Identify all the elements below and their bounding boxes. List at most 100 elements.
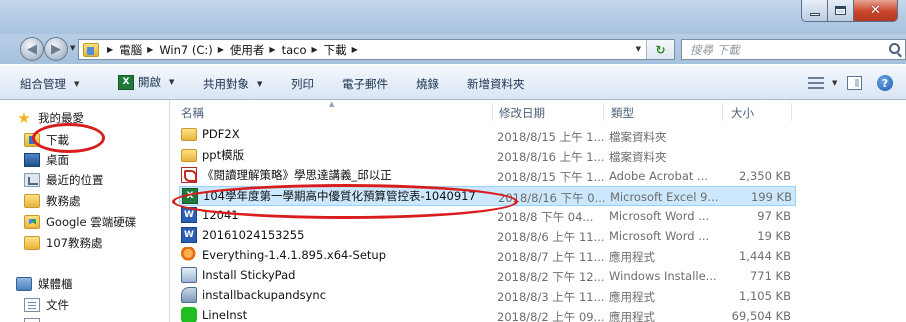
sidebar-item-documents[interactable]: 文件: [24, 295, 69, 315]
file-name-cell[interactable]: Everything-1.4.1.895.x64-Setup: [181, 247, 493, 263]
document-icon: [24, 318, 40, 322]
file-name-cell[interactable]: X 104學年度第一學期高中優質化預算管控表-1040917: [182, 188, 494, 204]
search-icon[interactable]: [889, 43, 900, 54]
organize-button[interactable]: 組合管理 ▼: [20, 76, 79, 92]
help-button[interactable]: ?: [877, 75, 893, 91]
breadcrumb-chevron-icon[interactable]: ▶: [218, 45, 224, 54]
downloads-folder-icon: [83, 42, 99, 57]
column-divider[interactable]: [722, 103, 723, 121]
recent-pages-dropdown[interactable]: ▼: [70, 44, 75, 52]
forward-arrow-icon: ▶: [51, 41, 61, 57]
minimize-icon: [809, 12, 820, 16]
sidebar-item-libraries[interactable]: 媒體櫃: [16, 274, 73, 294]
email-button[interactable]: 電子郵件: [342, 76, 388, 92]
column-header-modified[interactable]: 修改日期: [499, 105, 545, 121]
file-name: installbackupandsync: [202, 288, 327, 302]
file-row[interactable]: PDF2X 2018/8/15 上午 1... 檔案資料夾: [179, 126, 796, 146]
command-toolbar: 組合管理 ▼ X 開啟 ▼ 共用對象 ▼ 列印 電子郵件 燒錄 新增資料夾 ▼ …: [0, 64, 906, 100]
breadcrumb-chevron-icon[interactable]: ▶: [147, 45, 153, 54]
sidebar-item-recent[interactable]: 最近的位置: [24, 170, 104, 190]
breadcrumb-chevron-icon[interactable]: ▶: [352, 45, 358, 54]
sidebar-item-more[interactable]: ...: [24, 315, 57, 322]
file-name-cell[interactable]: Install StickyPad: [181, 267, 493, 283]
column-divider[interactable]: [492, 103, 493, 121]
share-button[interactable]: 共用對象 ▼: [203, 76, 262, 92]
file-row[interactable]: 《閱讀理解策略》學思達講義_邱以正 2018/8/15 下午 1... Adobe …: [179, 166, 796, 186]
file-name-cell[interactable]: 《閱讀理解策略》學思達講義_邱以正: [181, 167, 493, 183]
sidebar-item-teaching[interactable]: 教務處: [24, 191, 81, 211]
breadcrumb-drive[interactable]: Win7 (C:): [159, 43, 212, 57]
file-row[interactable]: installbackupandsync 2018/8/3 上午 11... 應用程…: [179, 286, 796, 306]
folder-icon: [24, 236, 40, 250]
libraries-icon: [16, 277, 32, 291]
file-name-cell[interactable]: LineInst: [181, 307, 493, 322]
breadcrumb-chevron-icon[interactable]: ▶: [107, 45, 113, 54]
file-row[interactable]: LineInst 2018/8/2 上午 09... 應用程式 69,504 KB: [179, 306, 796, 322]
help-icon: ?: [877, 75, 893, 91]
address-history-dropdown[interactable]: ▼: [636, 45, 641, 53]
sidebar-item-downloads[interactable]: 下載: [24, 130, 69, 150]
file-modified-date: 2018/8/16 上午 1...: [497, 150, 605, 164]
back-button[interactable]: ◀: [20, 37, 44, 61]
folder-icon: [24, 194, 40, 208]
file-row[interactable]: Install StickyPad 2018/8/2 下午 12... Window…: [179, 266, 796, 286]
file-row[interactable]: ppt模版 2018/8/16 上午 1... 檔案資料夾: [179, 146, 796, 166]
file-size: 2,350 KB: [738, 169, 791, 183]
navigation-bar: ◀ ▶ ▼ ▶ 電腦 ▶ Win7 (C:) ▶ 使用者 ▶ taco ▶ 下載…: [0, 34, 906, 64]
breadcrumb-chevron-icon[interactable]: ▶: [269, 45, 275, 54]
file-name-cell[interactable]: PDF2X: [181, 127, 493, 141]
minimize-button[interactable]: [801, 0, 828, 22]
file-name: Everything-1.4.1.895.x64-Setup: [202, 248, 386, 262]
word-icon: W: [181, 227, 197, 243]
line-app-icon: [181, 307, 197, 322]
breadcrumb-users[interactable]: 使用者: [230, 42, 265, 58]
print-button[interactable]: 列印: [291, 76, 314, 92]
file-modified-date: 2018/8/2 上午 09...: [497, 310, 605, 322]
burn-button[interactable]: 燒錄: [416, 76, 439, 92]
breadcrumb-user[interactable]: taco: [282, 43, 307, 57]
file-row[interactable]: W 20161024153255 2018/8/6 上午 11... Microsof…: [179, 226, 796, 246]
file-row[interactable]: W 12041 2018/8 下午 04... Microsoft Word ... 9…: [179, 206, 796, 226]
column-divider[interactable]: [603, 103, 604, 121]
file-name-cell[interactable]: ppt模版: [181, 147, 493, 163]
word-icon: W: [181, 207, 197, 223]
column-header-name[interactable]: 名稱: [181, 105, 204, 121]
address-bar[interactable]: ▶ 電腦 ▶ Win7 (C:) ▶ 使用者 ▶ taco ▶ 下載 ▶ ▼ ↻: [78, 39, 675, 60]
change-view-button[interactable]: ▼: [808, 76, 837, 90]
file-name: PDF2X: [202, 127, 240, 141]
breadcrumb-chevron-icon[interactable]: ▶: [312, 45, 318, 54]
sidebar-item-desktop[interactable]: 桌面: [24, 150, 69, 170]
refresh-button[interactable]: ↻: [646, 40, 674, 59]
sidebar-item-label: Google 雲端硬碟: [46, 215, 137, 229]
open-button[interactable]: X 開啟 ▼: [118, 74, 174, 90]
search-box[interactable]: 搜尋 下載: [681, 39, 906, 60]
file-name-cell[interactable]: W 12041: [181, 207, 493, 223]
sidebar-item-teaching-107[interactable]: 107教務處: [24, 233, 102, 253]
breadcrumb-downloads[interactable]: 下載: [324, 42, 347, 58]
sidebar-item-favorites[interactable]: ★ 我的最愛: [16, 108, 84, 128]
file-name: 104學年度第一學期高中優質化預算管控表-1040917: [203, 189, 476, 203]
file-size: 69,504 KB: [731, 309, 791, 322]
column-header-type[interactable]: 類型: [611, 105, 634, 121]
file-type: Microsoft Excel 9...: [610, 190, 719, 204]
breadcrumb-computer[interactable]: 電腦: [119, 42, 142, 58]
sort-ascending-icon: ▲: [329, 100, 335, 108]
file-row[interactable]: X 104學年度第一學期高中優質化預算管控表-1040917 2018/8/16 下…: [179, 186, 796, 206]
file-type: Microsoft Word ...: [609, 229, 710, 243]
file-name-cell[interactable]: installbackupandsync: [181, 287, 493, 303]
sidebar-item-google-drive[interactable]: Google 雲端硬碟: [24, 212, 136, 232]
file-modified-date: 2018/8/15 上午 1...: [497, 130, 605, 144]
forward-button[interactable]: ▶: [44, 37, 68, 61]
burn-label: 燒錄: [416, 77, 439, 91]
file-name-cell[interactable]: W 20161024153255: [181, 227, 493, 243]
new-folder-button[interactable]: 新增資料夾: [467, 76, 525, 92]
column-header-size[interactable]: 大小: [731, 105, 754, 121]
pdf-icon: [181, 167, 197, 183]
file-list: 名稱 ▲ 修改日期 類型 大小 PDF2X 2018/8/15 上午 1... 檔案…: [171, 100, 906, 322]
window-controls: ✕: [801, 0, 898, 22]
close-button[interactable]: ✕: [854, 0, 898, 22]
file-row[interactable]: Everything-1.4.1.895.x64-Setup 2018/8/7 上…: [179, 246, 796, 266]
column-divider[interactable]: [791, 103, 792, 121]
preview-pane-button[interactable]: [847, 76, 862, 90]
maximize-button[interactable]: [828, 0, 854, 22]
